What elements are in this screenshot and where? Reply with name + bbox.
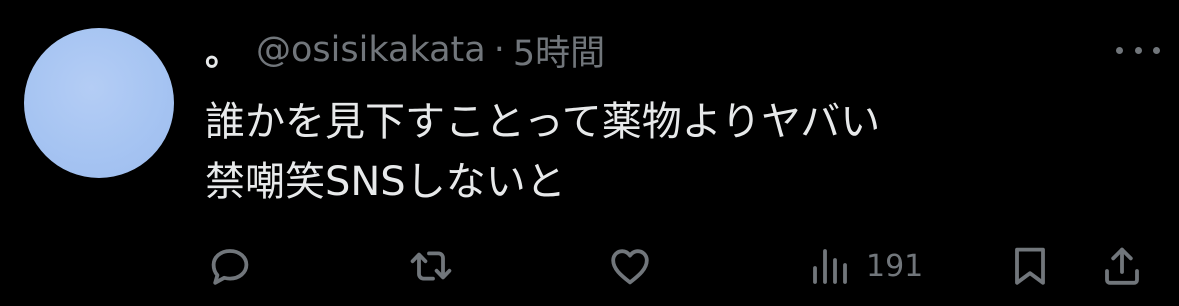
separator-dot: ·: [493, 30, 505, 70]
avatar[interactable]: [24, 28, 174, 178]
bookmark-button[interactable]: [1006, 242, 1054, 290]
like-button[interactable]: [606, 242, 654, 290]
bookmark-icon: [1015, 247, 1045, 285]
bar-chart-icon: [813, 249, 847, 284]
tweet-header: 。 @osisikakata · 5時間: [205, 22, 605, 78]
more-dot: [1153, 46, 1160, 54]
share-button[interactable]: [1098, 242, 1146, 290]
reply-button[interactable]: [206, 242, 254, 290]
display-name[interactable]: 。: [205, 25, 240, 76]
views-count: 191: [866, 248, 924, 284]
user-handle[interactable]: @osisikakata: [256, 30, 486, 70]
timestamp[interactable]: 5時間: [513, 25, 605, 76]
more-options-button[interactable]: [1116, 38, 1160, 62]
retweet-button[interactable]: [406, 242, 456, 290]
heart-icon: [611, 249, 649, 285]
more-dot: [1134, 46, 1142, 54]
tweet-text-line: 禁嘲笑SNSしないと: [205, 159, 566, 205]
reply-bubble-icon: [211, 249, 249, 285]
tweet-text: 誰かを見下すことって薬物よりヤバい 禁嘲笑SNSしないと: [205, 92, 1135, 212]
share-upload-icon: [1105, 247, 1139, 285]
more-dot: [1116, 46, 1123, 54]
views-button[interactable]: 191: [806, 242, 923, 290]
retweet-arrows-icon: [410, 251, 452, 281]
tweet-text-line: 誰かを見下すことって薬物よりヤバい: [205, 99, 881, 145]
